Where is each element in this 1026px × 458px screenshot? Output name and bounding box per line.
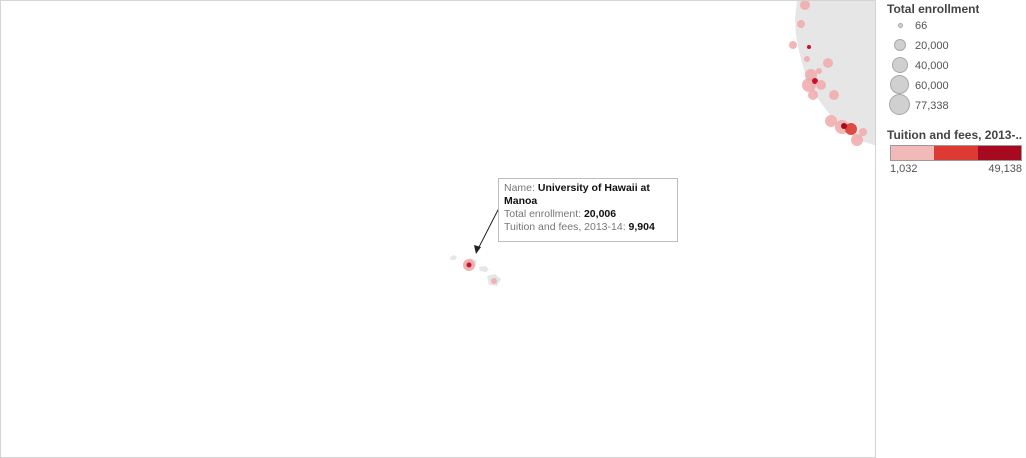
size-circle-icon: [892, 57, 908, 73]
color-legend-step: [977, 146, 1021, 160]
university-marker[interactable]: [491, 278, 497, 284]
color-legend-min: 1,032: [890, 163, 918, 175]
size-circle-icon: [889, 94, 910, 115]
university-marker[interactable]: [789, 41, 797, 49]
university-marker[interactable]: [845, 123, 857, 135]
size-legend-label: 66: [915, 20, 928, 32]
tooltip-pointer: [474, 207, 500, 254]
size-legend-label: 77,338: [915, 100, 949, 112]
hawaii-island-maui: [479, 266, 489, 272]
size-legend-item[interactable]: 40,000: [880, 56, 1026, 76]
tooltip-tuition-value: 9,904: [628, 221, 655, 233]
size-legend-label: 40,000: [915, 60, 949, 72]
size-circle-icon: [898, 23, 903, 28]
tooltip-tuition-row: Tuition and fees, 2013-14: 9,904: [504, 221, 672, 234]
university-marker[interactable]: [804, 56, 810, 62]
university-marker[interactable]: [807, 45, 811, 49]
university-marker[interactable]: [859, 128, 867, 136]
color-legend-bar[interactable]: [890, 145, 1022, 161]
map-view[interactable]: Name: University of Hawaii at Manoa Tota…: [0, 0, 876, 458]
legend-panel: Total enrollment 66 20,000 40,000 60,000…: [880, 0, 1026, 458]
color-legend-step: [891, 146, 935, 160]
university-marker[interactable]: [823, 58, 833, 68]
tooltip-name-row: Name: University of Hawaii at Manoa: [504, 182, 672, 208]
university-marker[interactable]: [808, 90, 818, 100]
tooltip-name-label: Name:: [504, 182, 535, 194]
size-legend-label: 20,000: [915, 40, 949, 52]
university-marker[interactable]: [829, 90, 839, 100]
university-marker[interactable]: [816, 68, 822, 74]
university-marker[interactable]: [841, 123, 847, 129]
size-legend-item[interactable]: 66: [880, 16, 1026, 36]
size-legend-title: Total enrollment: [887, 2, 980, 16]
size-legend-label: 60,000: [915, 80, 949, 92]
university-marker-hawaii-manoa-core[interactable]: [466, 262, 472, 268]
university-marker[interactable]: [851, 134, 863, 146]
tooltip-enrollment-label: Total enrollment:: [504, 208, 582, 220]
size-legend-item[interactable]: 20,000: [880, 36, 1026, 56]
map-canvas: [450, 1, 875, 286]
color-legend-step: [934, 146, 978, 160]
tooltip-enrollment-row: Total enrollment: 20,006: [504, 208, 672, 221]
size-legend-item[interactable]: 60,000: [880, 75, 1026, 96]
color-legend-max: 49,138: [988, 163, 1022, 175]
university-marker[interactable]: [816, 80, 826, 90]
university-marker[interactable]: [797, 20, 805, 28]
size-circle-icon: [890, 75, 909, 94]
tooltip-enrollment-value: 20,006: [583, 208, 617, 220]
size-circle-icon: [894, 39, 906, 51]
color-legend-title: Tuition and fees, 2013-..: [887, 128, 1023, 142]
university-marker[interactable]: [825, 115, 837, 127]
tooltip: Name: University of Hawaii at Manoa Tota…: [498, 178, 678, 242]
size-legend-item[interactable]: 77,338: [880, 94, 1026, 116]
hawaii-island-kauai: [450, 255, 457, 260]
tooltip-tuition-label: Tuition and fees, 2013-14:: [504, 221, 626, 233]
